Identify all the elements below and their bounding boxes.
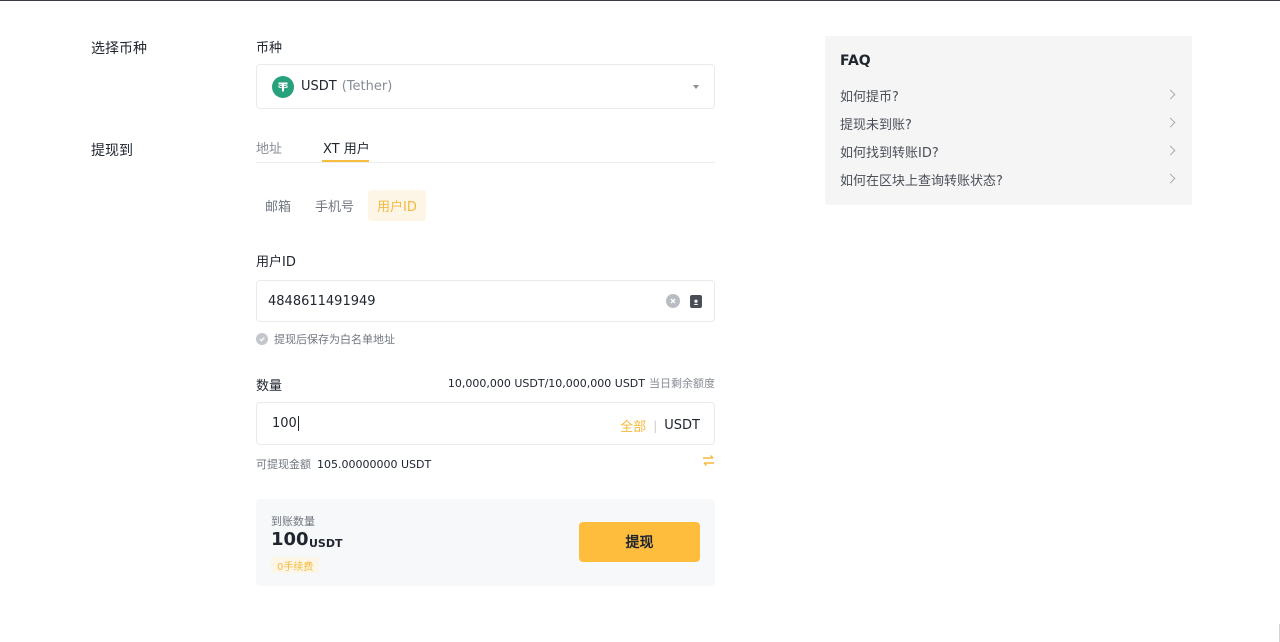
faq-item-label: 如何找到转账ID?: [840, 145, 939, 161]
quota-value: 10,000,000 USDT/10,000,000 USDT: [447, 377, 645, 390]
daily-quota: 10,000,000 USDT/10,000,000 USDT 当日剩余额度: [448, 375, 715, 391]
amount-unit: USDT: [664, 418, 700, 433]
user-id-value: 4848611491949: [268, 293, 376, 309]
text-cursor: [297, 416, 299, 431]
faq-item[interactable]: 如何提币?: [840, 85, 1177, 105]
amount-input[interactable]: 100 全部 | USDT: [256, 402, 715, 445]
whitelist-label: 提现后保存为白名单地址: [274, 333, 395, 346]
received-amount-label: 到账数量: [271, 515, 315, 528]
tether-icon: [272, 75, 294, 98]
check-icon: [256, 333, 268, 345]
chevron-right-icon: [1165, 89, 1176, 100]
available-label: 可提现金额: [256, 458, 311, 471]
withdraw-button[interactable]: 提现: [579, 522, 700, 562]
amount-value: 100: [272, 416, 297, 431]
coin-select[interactable]: USDT (Tether): [256, 64, 715, 109]
user-id-input[interactable]: 4848611491949: [256, 280, 715, 322]
available-balance: 可提现金额 105.00000000 USDT: [256, 456, 431, 472]
coin-field-label: 币种: [256, 41, 283, 56]
received-unit: USDT: [309, 537, 343, 550]
top-border: [0, 0, 1280, 1]
faq-panel: FAQ 如何提币? 提现未到账? 如何找到转账ID? 如何在区块上查询转账状态?: [825, 36, 1192, 205]
tab-xt-user[interactable]: XT 用户: [323, 138, 370, 157]
separator: |: [653, 418, 658, 433]
all-button[interactable]: 全部: [620, 416, 646, 435]
subtab-user-id[interactable]: 用户ID: [368, 190, 426, 221]
chevron-right-icon: [1165, 173, 1176, 184]
faq-title: FAQ: [840, 53, 871, 69]
coin-name: (Tether): [341, 79, 393, 94]
clear-icon[interactable]: [666, 294, 680, 308]
amount-label: 数量: [256, 379, 283, 394]
faq-item[interactable]: 如何找到转账ID?: [840, 141, 1177, 161]
summary-panel: 到账数量 100 USDT 0手续费 提现: [256, 499, 715, 586]
select-coin-label: 选择币种: [91, 41, 147, 57]
tabs-divider: [256, 162, 715, 163]
tab-address[interactable]: 地址: [256, 138, 282, 157]
subtab-phone[interactable]: 手机号: [306, 190, 363, 221]
quota-note: 当日剩余额度: [649, 377, 715, 390]
active-tab-indicator: [322, 160, 369, 162]
chevron-down-icon: [693, 85, 699, 89]
faq-item-label: 如何在区块上查询转账状态?: [840, 173, 1003, 189]
user-id-label: 用户ID: [256, 255, 296, 270]
received-amount: 100: [271, 529, 309, 550]
faq-item[interactable]: 如何在区块上查询转账状态?: [840, 169, 1177, 189]
faq-item-label: 如何提币?: [840, 89, 899, 105]
faq-item[interactable]: 提现未到账?: [840, 113, 1177, 133]
faq-item-label: 提现未到账?: [840, 117, 912, 133]
swap-icon[interactable]: [702, 454, 715, 467]
whitelist-checkbox[interactable]: 提现后保存为白名单地址: [256, 331, 395, 347]
subtab-email[interactable]: 邮箱: [256, 190, 300, 221]
coin-symbol: USDT: [301, 79, 337, 94]
chevron-right-icon: [1165, 117, 1176, 128]
available-value: 105.00000000 USDT: [317, 458, 432, 471]
fee-badge: 0手续费: [271, 557, 320, 573]
address-book-icon[interactable]: [690, 295, 702, 308]
withdraw-to-label: 提现到: [91, 143, 133, 159]
chevron-right-icon: [1165, 145, 1176, 156]
